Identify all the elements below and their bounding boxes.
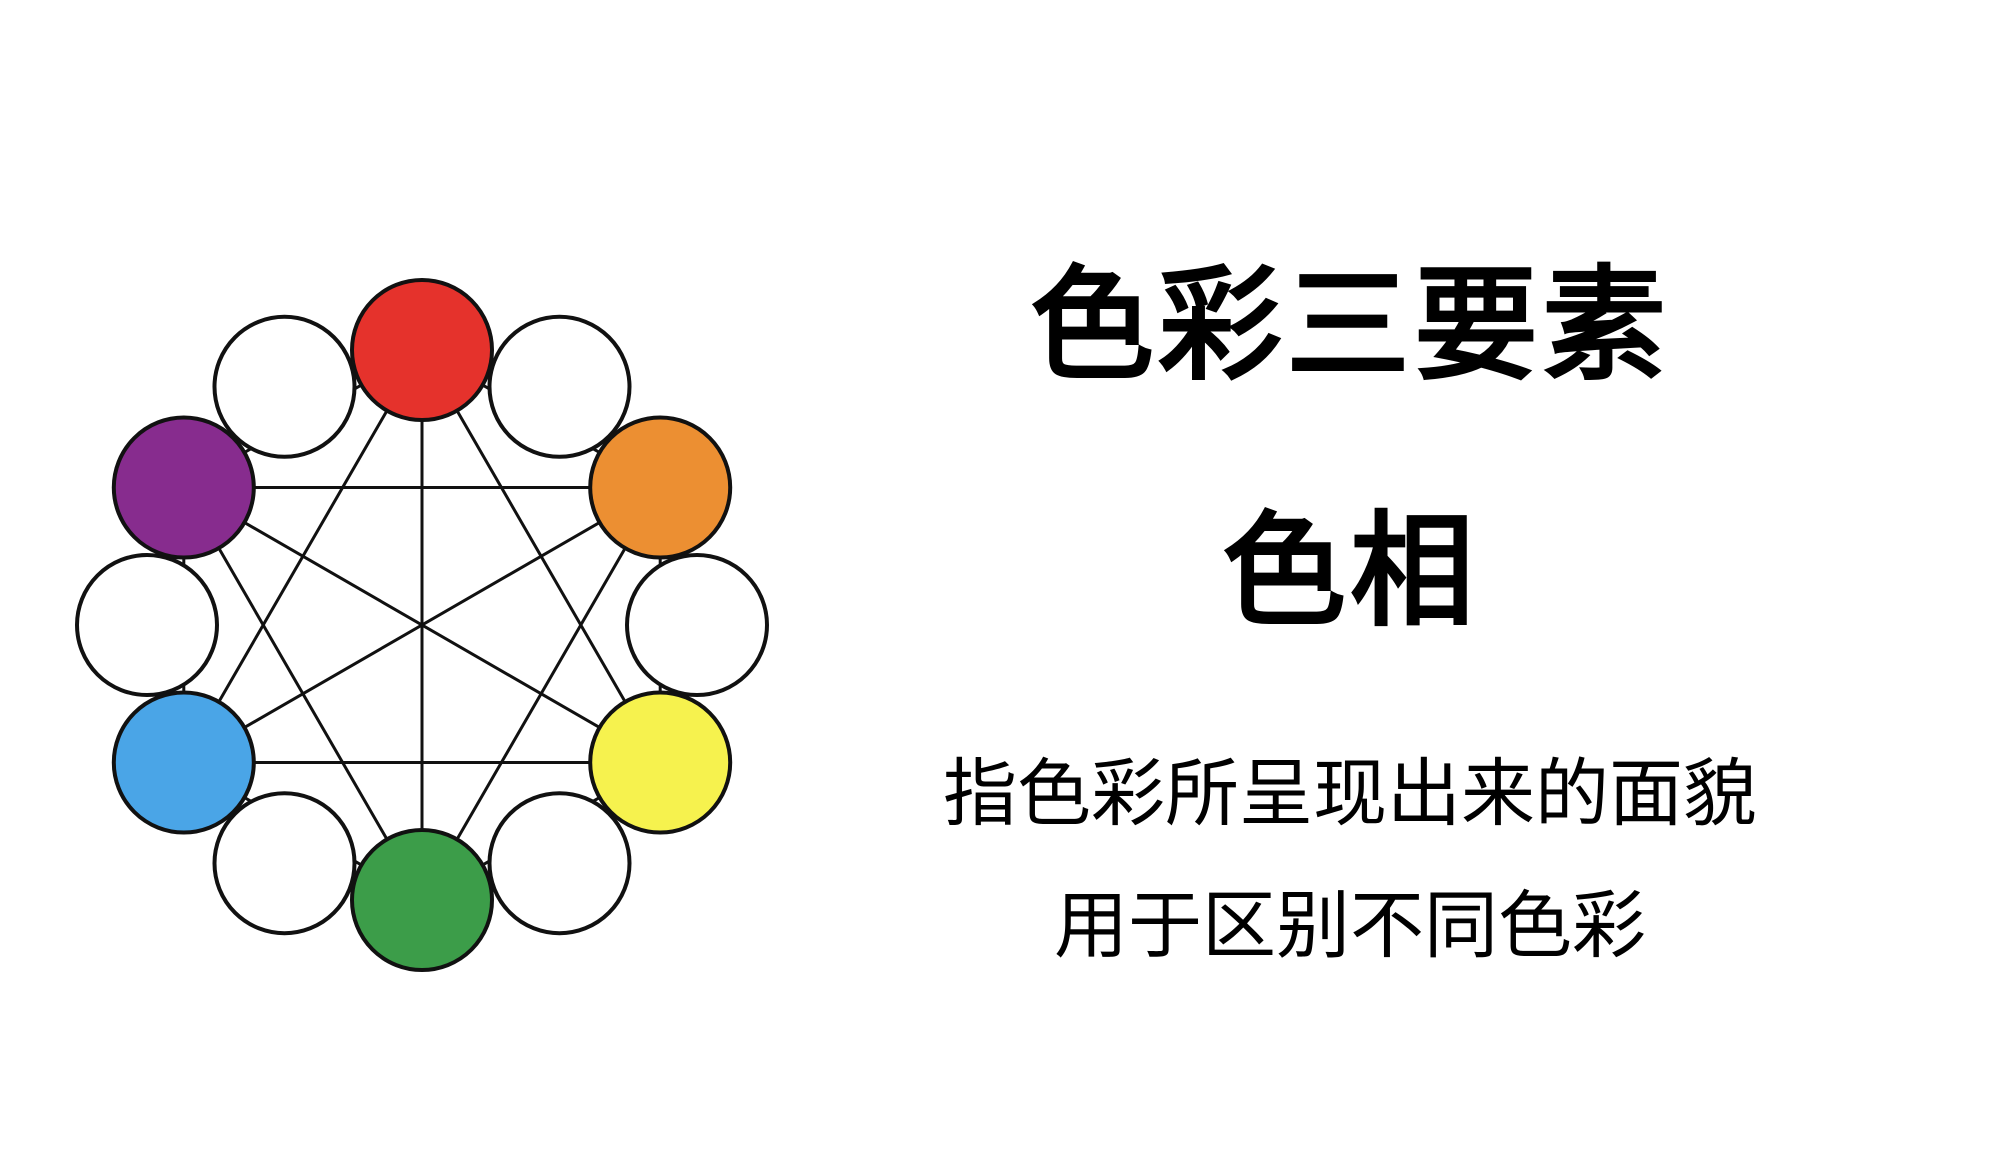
green-circle xyxy=(350,828,494,972)
page-title: 色彩三要素 xyxy=(1029,254,1670,398)
white-circle-6 xyxy=(212,314,357,459)
blue-circle xyxy=(111,690,256,835)
white-circle-3 xyxy=(487,791,632,936)
description-line-2: 用于区别不同色彩 xyxy=(1054,883,1646,969)
white-circle-5 xyxy=(75,553,219,697)
yellow-circle xyxy=(588,690,733,835)
white-circle-4 xyxy=(212,791,357,936)
purple-circle xyxy=(111,415,256,560)
white-circle-2 xyxy=(625,553,769,697)
red-circle xyxy=(350,278,494,422)
section-heading: 色相 xyxy=(1221,500,1478,644)
description-line-1: 指色彩所呈现出来的面貌 xyxy=(943,751,1757,837)
orange-circle xyxy=(588,415,733,560)
white-circle-1 xyxy=(487,314,632,459)
